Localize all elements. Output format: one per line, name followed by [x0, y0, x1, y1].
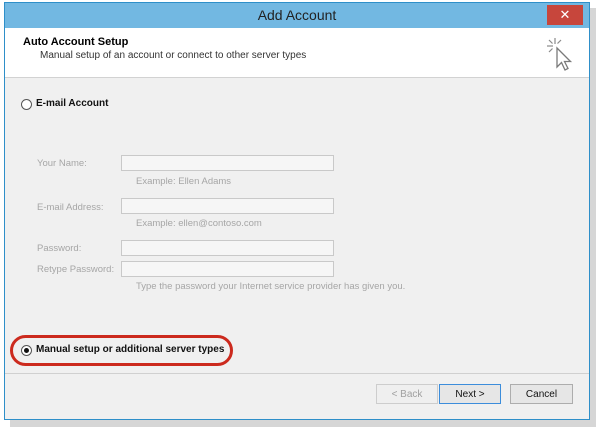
email-address-field[interactable] — [121, 198, 334, 214]
email-address-label: E-mail Address: — [37, 202, 104, 213]
header-subtitle: Manual setup of an account or connect to… — [40, 50, 307, 61]
password-field[interactable] — [121, 240, 334, 256]
retype-password-field[interactable] — [121, 261, 334, 277]
back-button[interactable]: < Back — [376, 384, 438, 404]
manual-setup-radio[interactable] — [21, 345, 32, 356]
your-name-field[interactable] — [121, 155, 334, 171]
title-bar[interactable]: Add Account ✕ — [5, 3, 589, 28]
window-title: Add Account — [257, 7, 337, 23]
retype-password-label: Retype Password: — [37, 264, 115, 275]
wizard-cursor-icon — [547, 38, 573, 71]
email-account-radio[interactable] — [21, 99, 32, 110]
manual-setup-label[interactable]: Manual setup or additional server types — [36, 344, 224, 355]
wizard-header: Auto Account Setup Manual setup of an ac… — [5, 28, 589, 78]
email-account-label[interactable]: E-mail Account — [36, 98, 108, 109]
email-address-hint: Example: ellen@contoso.com — [136, 218, 262, 229]
retype-password-hint: Type the password your Internet service … — [136, 281, 406, 292]
your-name-label: Your Name: — [37, 158, 87, 169]
add-account-dialog: Add Account ✕ Auto Account Setup Manual … — [4, 2, 590, 420]
header-title: Auto Account Setup — [23, 36, 129, 48]
footer-divider — [5, 373, 589, 374]
cancel-button[interactable]: Cancel — [510, 384, 573, 404]
your-name-hint: Example: Ellen Adams — [136, 176, 232, 187]
close-button[interactable]: ✕ — [547, 5, 583, 25]
password-label: Password: — [37, 243, 82, 254]
next-button[interactable]: Next > — [439, 384, 501, 404]
